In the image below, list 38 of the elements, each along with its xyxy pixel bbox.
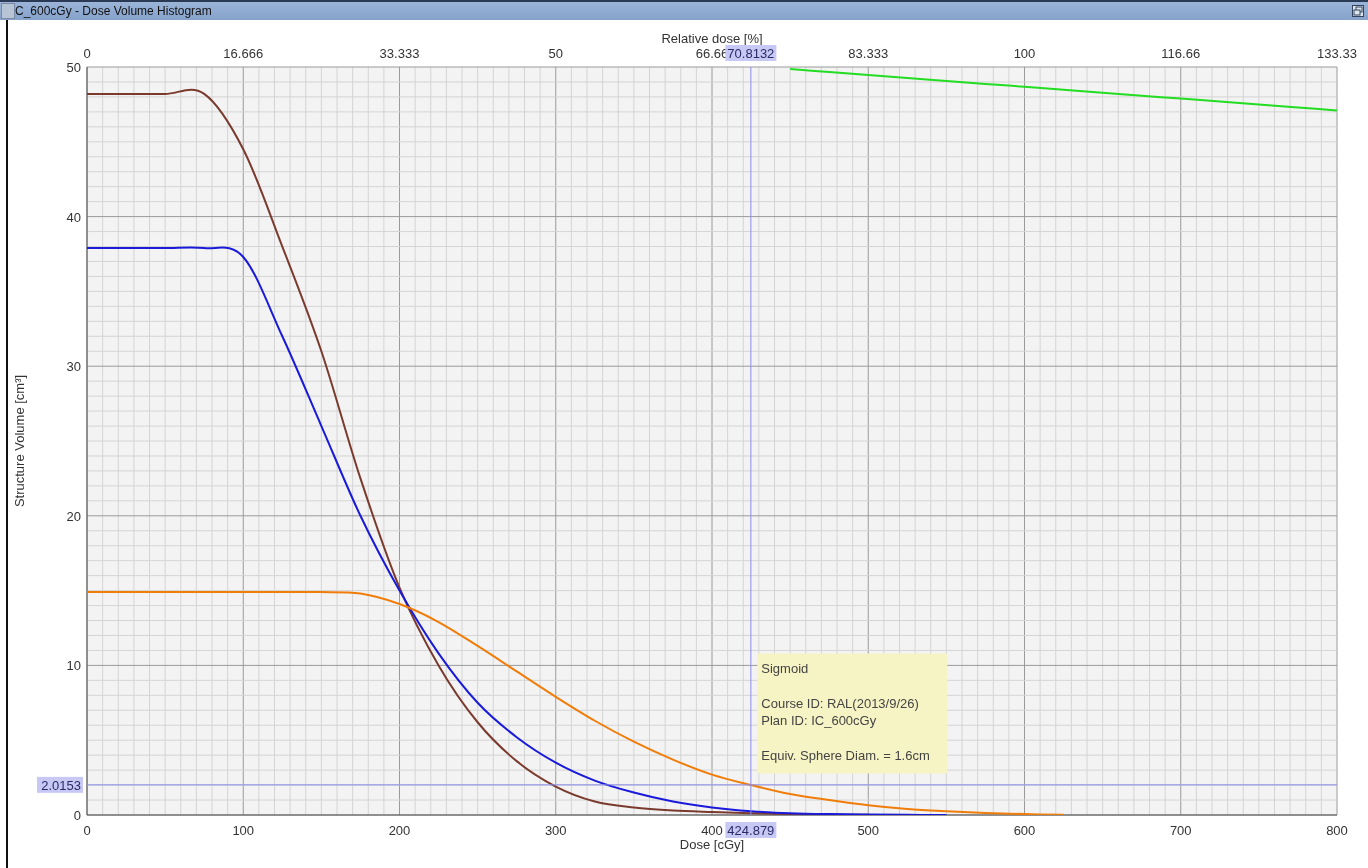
axis-tick-label: 0	[83, 46, 91, 61]
axis-tick-label: 16.666	[223, 46, 264, 61]
axis-tick-label: 100	[232, 823, 255, 838]
axis-tick-label: 600	[1013, 823, 1036, 838]
axis-tick-label: 0	[83, 823, 91, 838]
axis-title: Dose [cGy]	[679, 837, 745, 852]
cursor-value-label: 70.8132	[725, 45, 777, 61]
tooltip-text: Equiv. Sphere Diam. = 1.6cm	[761, 748, 930, 764]
axis-tick-label: 30	[66, 359, 81, 375]
axis-tick-label: 83.333	[848, 46, 889, 61]
cursor-line[interactable]	[750, 66, 752, 816]
axis-tick-label: 300	[544, 823, 567, 838]
restore-icon[interactable]	[1352, 5, 1364, 17]
app-icon	[1, 3, 15, 19]
axis-tick-label: 10	[66, 658, 81, 674]
axis-tick-label: 700	[1169, 823, 1192, 838]
cursor-value-label: 424.879	[725, 822, 777, 838]
axis-tick-label: 0	[73, 808, 81, 823]
axis-title: Structure Volume [cm³]	[12, 374, 27, 508]
axis-tick-label: 116.66	[1161, 46, 1201, 61]
axis-tick-label: 33.333	[379, 46, 420, 61]
tooltip-text: Course ID: RAL(2013/9/26)	[761, 696, 919, 712]
tooltip-text: Plan ID: IC_600cGy	[761, 713, 877, 729]
axis-tick-label: 133.33	[1317, 46, 1357, 61]
axis-tick-label: 800	[1326, 823, 1348, 838]
axis-tick-label: 400	[701, 823, 723, 838]
axis-tick-label: 500	[857, 823, 880, 838]
axis-tick-label: 100	[1013, 46, 1036, 61]
window-title: C_600cGy - Dose Volume Histogram	[15, 4, 213, 18]
cursor-line[interactable]	[86, 784, 1338, 786]
axis-tick-label: 50	[66, 60, 81, 75]
axis-tick-label: 40	[66, 209, 81, 225]
cursor-value-label: 2.0153	[37, 776, 83, 793]
ref-line-label: 2.0153	[41, 777, 81, 793]
axis-tick-label: 200	[388, 823, 411, 838]
axis-tick-label: 20	[66, 508, 81, 524]
axis-tick-label: 50	[548, 46, 563, 61]
tooltip-text: Sigmoid	[761, 661, 809, 677]
